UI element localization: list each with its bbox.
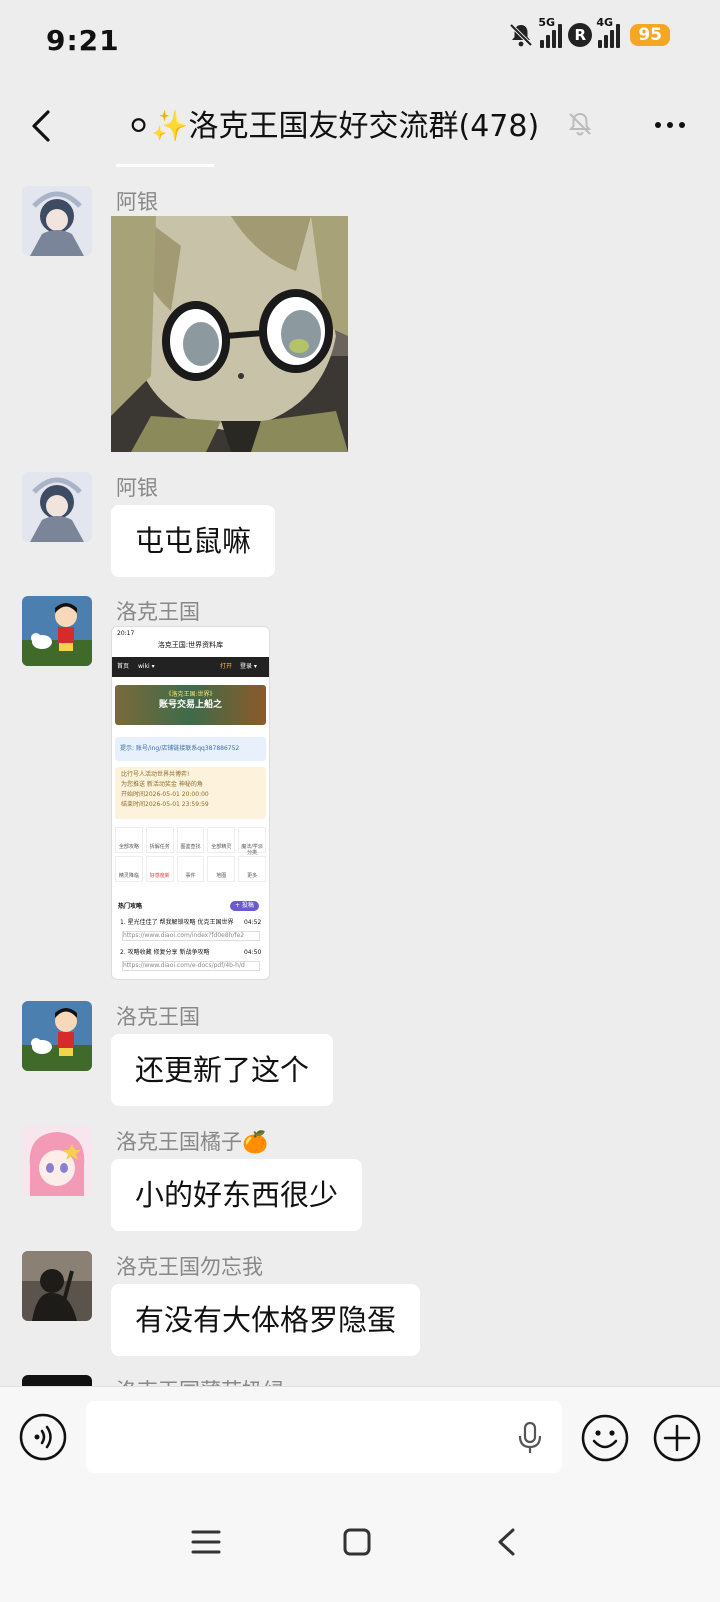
message-item: 洛克王国勿忘我 有没有大体格罗隐蛋 xyxy=(22,1251,702,1361)
avatar[interactable] xyxy=(22,596,92,666)
message-item: 阿银 屯屯鼠嘛 xyxy=(22,472,702,582)
message-item: 阿银 xyxy=(22,186,702,456)
group-name: 洛克王国友好交流群(478) xyxy=(188,109,540,144)
screenshot-tip: 提示: 账号/ing/店铺链接联系qq387886752 xyxy=(115,737,266,761)
screenshot-title: 洛克王国:世界资料库 xyxy=(157,641,224,649)
grid-item: 地图 xyxy=(207,856,236,882)
back-icon[interactable] xyxy=(24,106,64,146)
voice-icon[interactable] xyxy=(19,1413,67,1461)
grid-item: 事件 xyxy=(176,856,205,882)
sender-name: 洛克王国勿忘我 xyxy=(116,1255,263,1279)
screenshot-grid: 全部攻略 拆解任务 图鉴查找 全部精灵 魔法/学派分类 精灵降临 好感度新 事件… xyxy=(115,827,266,882)
menu-icon[interactable] xyxy=(186,1522,226,1562)
screenshot-banner: 《洛克王国:世界》 账号交易上船之 xyxy=(115,685,266,725)
emoji-icon[interactable] xyxy=(580,1413,630,1463)
previous-message-edge xyxy=(116,164,214,167)
avatar[interactable] xyxy=(22,1126,92,1196)
notice-line: 开始时间2026-05-01 20:00:00 xyxy=(121,791,209,798)
avatar[interactable] xyxy=(22,1001,92,1071)
mute-bell-icon xyxy=(568,112,592,136)
avatar[interactable] xyxy=(22,186,92,256)
chat-title: ⚪✨洛克王国友好交流群(478) xyxy=(126,101,539,145)
title-emoji: ⚪✨ xyxy=(126,109,189,144)
grid-item: 拆解任务 xyxy=(145,827,174,853)
screenshot-login: 登录 ▾ xyxy=(240,663,257,670)
message-input[interactable] xyxy=(86,1401,562,1473)
screenshot-open: 打开 xyxy=(220,663,233,670)
message-item: 洛克王国橘子🍊 小的好东西很少 xyxy=(22,1126,702,1236)
grid-item: 魔法/学派分类 xyxy=(238,827,266,856)
signal-icon: 5G xyxy=(538,16,563,48)
home-icon[interactable] xyxy=(337,1522,377,1562)
status-bar: 9:21 5G R 4G 95 xyxy=(0,0,720,86)
banner-title: 《洛克王国:世界》 xyxy=(165,691,216,698)
grid-item: 全部攻略 xyxy=(115,827,143,853)
message-item: 洛克王国 20:17 洛克王国:世界资料库 首页 wiki ▾ 打开 登录 ▾ … xyxy=(22,596,702,996)
more-icon[interactable] xyxy=(650,108,690,142)
system-nav-bar xyxy=(0,1490,720,1602)
signal-icon: 4G xyxy=(596,16,621,48)
article-title: 2. 攻略收藏 修复分享 新战争攻略 xyxy=(120,949,210,956)
grid-item: 更多 xyxy=(238,856,266,882)
article-title: 1. 星光佳佳了 帮我解锁攻略 优克王国世界 xyxy=(120,919,234,926)
sender-name: 洛克王国 xyxy=(116,600,200,624)
avatar[interactable] xyxy=(22,472,92,542)
screenshot-nav: 首页 wiki ▾ 打开 登录 ▾ xyxy=(112,657,269,677)
screenshot-message[interactable]: 20:17 洛克王国:世界资料库 首页 wiki ▾ 打开 登录 ▾ 《洛克王国… xyxy=(111,626,270,980)
sender-name: 阿银 xyxy=(116,190,158,214)
article-time: 04:50 xyxy=(244,949,262,956)
status-time: 9:21 xyxy=(46,24,120,57)
grid-item: 全部精灵 xyxy=(207,827,236,853)
message-bubble[interactable]: 还更新了这个 xyxy=(111,1034,334,1106)
sender-name: 阿银 xyxy=(116,476,158,500)
message-bubble[interactable]: 小的好东西很少 xyxy=(111,1159,363,1231)
message-bubble[interactable]: 有没有大体格罗隐蛋 xyxy=(111,1284,421,1356)
status-icons: 5G R 4G 95 xyxy=(508,16,670,48)
chat-header: ⚪✨洛克王国友好交流群(478) xyxy=(0,86,720,164)
article-time: 04:52 xyxy=(244,919,262,926)
banner-subtitle: 账号交易上船之 xyxy=(158,700,222,710)
back-icon[interactable] xyxy=(488,1522,528,1562)
grid-item: 图鉴查找 xyxy=(176,827,205,853)
message-bubble[interactable]: 屯屯鼠嘛 xyxy=(111,505,276,577)
sender-name: 洛克王国 xyxy=(116,1005,200,1029)
notice-line: 为您推送 新活动奖金 神秘的角 xyxy=(121,781,203,788)
grid-item: 好感度新 xyxy=(145,856,174,882)
sender-name: 洛克王国薄荷奶绿 xyxy=(116,1375,284,1386)
avatar[interactable] xyxy=(22,1375,92,1386)
input-bar xyxy=(0,1386,720,1491)
image-message[interactable] xyxy=(111,216,348,452)
article-link: https://www.diaoi.com/index?fd0e8h/fe2 xyxy=(122,931,260,941)
screenshot-time: 20:17 xyxy=(117,630,135,637)
tip-text: 提示: 账号/ing/店铺链接联系qq387886752 xyxy=(120,745,240,752)
roaming-icon: R xyxy=(568,23,593,47)
screenshot-notice: 比行号人活动世界共博弈! 为您推送 新活动奖金 神秘的角 开始时间2026-05… xyxy=(115,767,266,819)
plus-icon[interactable] xyxy=(652,1413,702,1463)
microphone-icon[interactable] xyxy=(516,1421,544,1455)
grid-item: 精灵降临 xyxy=(115,856,143,882)
avatar[interactable] xyxy=(22,1251,92,1321)
battery-icon: 95 xyxy=(630,24,670,46)
screenshot-home: 首页 xyxy=(117,663,130,670)
notice-line: 结束时间2026-05-01 23:59:59 xyxy=(121,801,209,808)
message-item: 洛克王国 还更新了这个 xyxy=(22,1001,702,1111)
notifications-off-icon xyxy=(509,23,533,47)
signal-4g-label: 4G xyxy=(596,16,614,29)
signal-5g-label: 5G xyxy=(538,16,556,29)
section-button: + 投稿 xyxy=(230,901,259,911)
message-item: 洛克王国薄荷奶绿 xyxy=(22,1375,702,1386)
screenshot-wiki: wiki ▾ xyxy=(138,663,155,670)
notice-line: 比行号人活动世界共博弈! xyxy=(121,771,190,778)
article-link: https://www.diaoi.com/e-docs/pdf/4b-h/d xyxy=(122,961,260,971)
sender-name: 洛克王国橘子🍊 xyxy=(116,1130,269,1154)
section-title: 热门攻略 xyxy=(118,903,143,910)
